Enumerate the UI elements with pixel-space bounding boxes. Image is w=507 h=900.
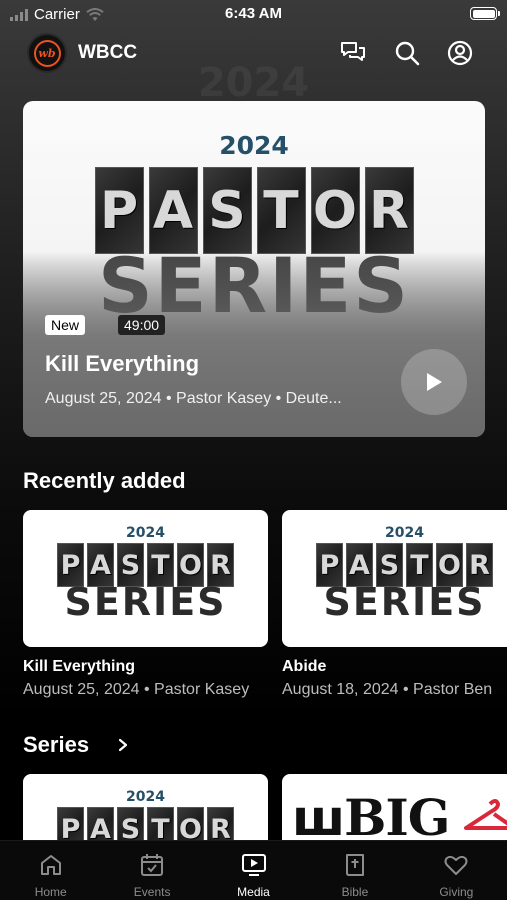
media-thumbnail: 2024 P A S T O R SERIES: [282, 510, 507, 647]
bible-icon: [345, 854, 364, 876]
tab-label: Media: [237, 885, 270, 899]
heart-icon: [444, 855, 468, 875]
tab-home[interactable]: Home: [0, 841, 101, 900]
tab-bible[interactable]: Bible: [304, 841, 405, 900]
artwork-year: 2024: [126, 525, 165, 541]
artwork-year: 2024: [126, 789, 165, 805]
artwork-subtitle: SERIES: [323, 580, 486, 624]
tab-media[interactable]: Media: [203, 841, 304, 900]
big-art-text: BIG: [344, 788, 450, 847]
tab-events[interactable]: Events: [101, 841, 202, 900]
profile-icon[interactable]: [446, 39, 474, 67]
hero-meta: August 25, 2024 • Pastor Kasey • Deute..…: [45, 390, 342, 407]
artwork-year: 2024: [219, 131, 289, 160]
tab-label: Bible: [341, 885, 369, 899]
logo-mark: wb: [33, 39, 61, 67]
chevron-right-icon[interactable]: [116, 738, 130, 752]
media-thumbnail: 2024 P A S T O R SERIES: [23, 510, 268, 647]
search-icon[interactable]: [393, 39, 421, 67]
duration-badge: 49:00: [118, 315, 166, 335]
media-meta: August 25, 2024 • Pastor Kasey: [23, 681, 250, 698]
recently-added-heading: Recently added: [23, 468, 186, 493]
app-title: WBCC: [78, 42, 138, 63]
app-screen: 2024 Carrier 6:43 AM wb WBCC 2024 P A S …: [0, 0, 507, 900]
hanger-icon: [464, 799, 507, 830]
hero-title: Kill Everything: [45, 351, 200, 376]
tab-label: Events: [133, 885, 171, 899]
media-card[interactable]: 2024 P A S T O R SERIES Abide August 18,…: [282, 510, 507, 699]
media-icon: [241, 854, 266, 876]
tab-giving[interactable]: Giving: [406, 841, 507, 900]
featured-sermon-card[interactable]: 2024 P A S T O R SERIES New 49:00 Kill E…: [23, 101, 485, 437]
calendar-icon: [141, 854, 164, 876]
chat-icon[interactable]: [339, 39, 367, 67]
tab-label: Home: [34, 885, 67, 899]
media-title: Kill Everything: [23, 658, 136, 675]
artwork-subtitle: SERIES: [64, 580, 227, 624]
big-series-artwork: шBIG: [292, 788, 507, 847]
play-button[interactable]: [401, 349, 467, 415]
artwork-w-mark: ш: [292, 789, 345, 847]
app-header: wb WBCC: [0, 33, 507, 73]
new-badge: New: [45, 315, 86, 335]
play-icon: [427, 373, 442, 391]
media-title: Abide: [282, 658, 327, 675]
artwork-year: 2024: [385, 525, 424, 541]
status-time: 6:43 AM: [225, 5, 282, 22]
status-bar: Carrier 6:43 AM: [0, 0, 507, 28]
bottom-tab-bar: Home Events Media Bible Giving: [0, 840, 507, 900]
series-heading[interactable]: Series: [23, 732, 89, 758]
church-logo[interactable]: wb: [27, 33, 67, 73]
battery-icon: [470, 7, 500, 20]
media-card[interactable]: 2024 P A S T O R SERIES Kill Everything …: [23, 510, 268, 699]
tab-label: Giving: [439, 885, 474, 899]
home-icon: [40, 855, 61, 875]
media-meta: August 18, 2024 • Pastor Ben: [282, 681, 493, 698]
